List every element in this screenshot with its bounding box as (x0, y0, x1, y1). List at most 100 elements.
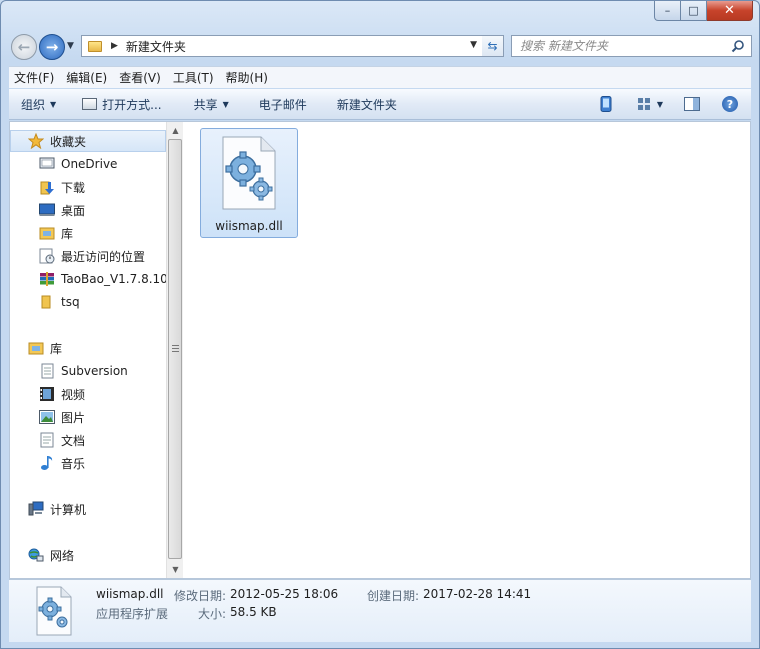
file-list-pane[interactable]: wiismap.dll (184, 122, 750, 578)
nav-item-label: 下载 (61, 180, 86, 195)
arrow-left-icon: ← (17, 38, 31, 56)
folder-icon (88, 40, 102, 52)
breadcrumb-current[interactable]: 新建文件夹 (126, 38, 186, 55)
forward-button[interactable]: → (39, 34, 65, 60)
address-row: ← → ▼ ▶ 新建文件夹 ▼ ⇆ (9, 32, 752, 60)
share-button[interactable]: 共享 ▼ (186, 93, 237, 115)
refresh-button[interactable]: ⇆ (482, 35, 504, 57)
nav-libraries[interactable]: 库 (10, 337, 166, 359)
document-icon (39, 432, 55, 448)
nav-computer-label: 计算机 (50, 502, 87, 517)
organize-label: 组织 (21, 97, 46, 112)
file-item-wiismap-dll[interactable]: wiismap.dll (200, 128, 298, 238)
organize-button[interactable]: 组织 ▼ (13, 93, 64, 115)
command-bar: 组织 ▼ 打开方式... 共享 ▼ 电子邮件 新建文件夹 ▼ ? (9, 89, 751, 120)
nav-computer[interactable]: 计算机 (10, 498, 166, 520)
window-caption-buttons: – □ ✕ (654, 1, 753, 21)
library-icon (28, 340, 44, 356)
nav-item-library[interactable]: 库 (10, 222, 166, 244)
nav-item-videos[interactable]: 视频 (10, 383, 166, 405)
downloads-folder-icon (39, 179, 55, 195)
nav-item-onedrive[interactable]: OneDrive (10, 153, 166, 175)
monitor-icon (39, 156, 55, 172)
back-button[interactable]: ← (11, 34, 37, 60)
menu-tools[interactable]: 工具(T) (168, 69, 219, 86)
folder-icon (39, 294, 55, 310)
nav-libraries-label: 库 (50, 341, 63, 356)
new-folder-button[interactable]: 新建文件夹 (329, 93, 405, 115)
nav-item-label: TaoBao_V1.7.8.10_ (61, 272, 166, 286)
nav-item-label: 音乐 (61, 456, 86, 471)
scroll-down-arrow-icon[interactable]: ▼ (167, 561, 184, 578)
breadcrumb-arrow-icon[interactable]: ▶ (111, 41, 118, 51)
menu-file[interactable]: 文件(F) (9, 69, 59, 86)
nav-network-label: 网络 (50, 548, 75, 563)
nav-item-desktop[interactable]: 桌面 (10, 199, 166, 221)
arrow-right-icon: → (45, 38, 59, 56)
phone-sync-button[interactable] (595, 93, 617, 115)
scrollbar-thumb[interactable] (168, 139, 182, 559)
address-dropdown-icon[interactable]: ▼ (470, 40, 477, 50)
menu-bar: 文件(F) 编辑(E) 查看(V) 工具(T) 帮助(H) (9, 66, 751, 88)
menu-edit[interactable]: 编辑(E) (61, 69, 112, 86)
preview-pane-button[interactable] (681, 93, 703, 115)
nav-item-label: tsq (61, 295, 80, 309)
recent-pages-dropdown[interactable]: ▼ (67, 41, 74, 51)
nav-item-recent-places[interactable]: 最近访问的位置 (10, 245, 166, 267)
details-size-label: 大小: (198, 607, 227, 621)
recent-places-icon (39, 248, 55, 264)
search-box (511, 35, 752, 57)
nav-item-label: 视频 (61, 387, 86, 402)
nav-item-label: 图片 (61, 410, 86, 425)
minimize-button[interactable]: – (654, 1, 681, 21)
nav-item-music[interactable]: 音乐 (10, 452, 166, 474)
email-button[interactable]: 电子邮件 (251, 93, 315, 115)
preview-pane-icon (684, 97, 700, 111)
nav-item-documents[interactable]: 文档 (10, 429, 166, 451)
open-with-label: 打开方式... (102, 97, 162, 112)
computer-icon (28, 501, 44, 517)
address-bar[interactable]: ▶ 新建文件夹 ▼ (81, 35, 484, 57)
explorer-window: – □ ✕ ← → ▼ ▶ 新建文件夹 ▼ ⇆ 文件(F) 编辑(E) 查看(V… (0, 0, 760, 649)
search-icon[interactable] (731, 39, 745, 53)
nav-item-downloads[interactable]: 下载 (10, 176, 166, 198)
phone-icon (600, 96, 612, 112)
caret-down-icon: ▼ (222, 99, 229, 109)
details-modified-label: 修改日期: (174, 589, 227, 603)
view-grid-icon (637, 98, 650, 110)
nav-item-label: 文档 (61, 433, 86, 448)
help-button[interactable]: ? (719, 93, 741, 115)
nav-item-subversion[interactable]: Subversion (10, 360, 166, 382)
caret-down-icon: ▼ (50, 99, 57, 109)
navigation-scrollbar[interactable]: ▲ ▼ (166, 122, 183, 578)
view-dropdown-icon[interactable]: ▼ (657, 100, 663, 109)
new-folder-label: 新建文件夹 (336, 97, 397, 112)
details-pane: wiismap.dll 应用程序扩展 修改日期: 2012-05-25 18:0… (9, 579, 751, 642)
file-name-label: wiismap.dll (215, 219, 283, 233)
help-icon: ? (722, 96, 738, 112)
open-with-icon (82, 98, 98, 110)
details-created-label: 创建日期: (367, 589, 420, 603)
change-view-button[interactable] (633, 93, 655, 115)
menu-view[interactable]: 查看(V) (114, 69, 166, 86)
refresh-icon: ⇆ (487, 39, 498, 53)
details-modified-value: 2012-05-25 18:06 (230, 587, 339, 601)
nav-item-pictures[interactable]: 图片 (10, 406, 166, 428)
menu-help[interactable]: 帮助(H) (221, 69, 273, 86)
nav-network[interactable]: 网络 (10, 544, 166, 566)
navigation-pane: 收藏夹 OneDrive 下载 桌面 库 最近访问的位置 TaoBao_V1.7… (10, 122, 166, 578)
grip-icon (172, 345, 179, 352)
search-input[interactable] (520, 37, 730, 55)
document-library-icon (39, 363, 55, 379)
share-label: 共享 (193, 97, 218, 112)
nav-favorites[interactable]: 收藏夹 (10, 130, 166, 152)
nav-item-taobao[interactable]: TaoBao_V1.7.8.10_ (10, 268, 166, 290)
video-icon (39, 386, 55, 402)
scroll-up-arrow-icon[interactable]: ▲ (167, 122, 184, 139)
open-with-button[interactable]: 打开方式... (74, 93, 169, 115)
maximize-button[interactable]: □ (681, 1, 707, 21)
network-icon (28, 547, 44, 563)
close-button[interactable]: ✕ (707, 1, 753, 21)
nav-item-tsq[interactable]: tsq (10, 291, 166, 313)
music-note-icon (39, 455, 55, 471)
